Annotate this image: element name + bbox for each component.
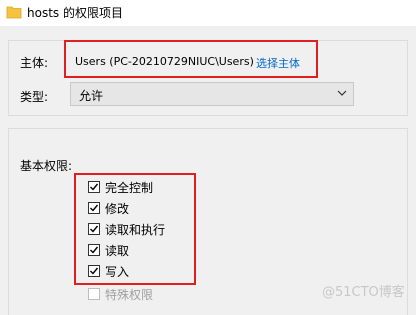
folder-icon	[6, 6, 22, 19]
checkbox	[88, 288, 100, 300]
watermark: @51CTO博客	[322, 285, 405, 300]
permissions-highlight-box	[74, 173, 196, 285]
window-title: hosts 的权限项目	[27, 6, 123, 20]
type-label: 类型:	[20, 90, 49, 104]
chevron-down-icon	[337, 90, 347, 96]
type-select[interactable]: 允许	[70, 82, 354, 106]
permission-label: 特殊权限	[105, 288, 154, 302]
basic-permissions-label: 基本权限:	[20, 159, 73, 173]
principal-highlight-box	[64, 40, 318, 78]
principal-label: 主体:	[20, 56, 49, 70]
title-bar: hosts 的权限项目	[0, 0, 416, 26]
type-select-value: 允许	[79, 89, 104, 103]
